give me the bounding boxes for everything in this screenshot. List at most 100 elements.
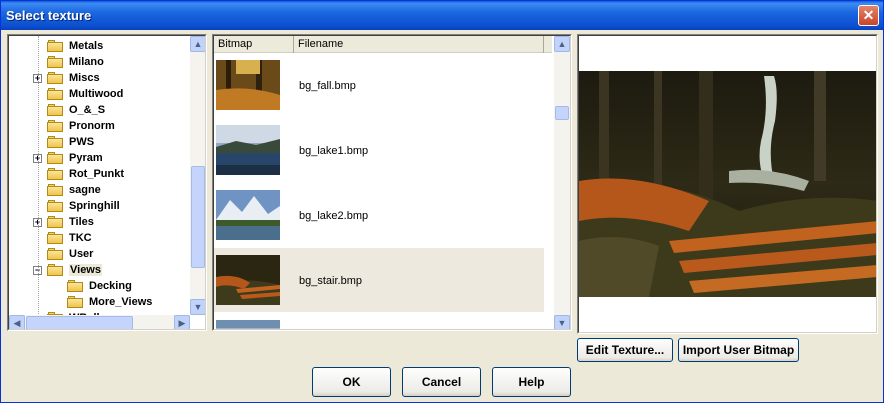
tree-item-label: Views bbox=[69, 264, 102, 276]
tree-item[interactable]: Pronorm bbox=[9, 118, 189, 134]
tree-item-label: Rot_Punkt bbox=[69, 168, 124, 180]
tree-item[interactable]: − Views bbox=[9, 262, 189, 278]
bitmap-thumbnail bbox=[216, 320, 280, 329]
folder-icon bbox=[47, 200, 63, 212]
list-item[interactable]: bg_fall.bmp bbox=[214, 53, 544, 117]
tree-item-label: Miscs bbox=[69, 72, 100, 84]
import-user-bitmap-button[interactable]: Import User Bitmap bbox=[678, 338, 799, 362]
folder-icon bbox=[47, 72, 63, 84]
select-texture-dialog: Select texture ✕ Metals Milano + Miscs Multi… bbox=[0, 0, 884, 403]
bitmap-thumbnail bbox=[216, 125, 280, 175]
list-item[interactable] bbox=[214, 313, 544, 329]
tree-scroll-left[interactable]: ◀ bbox=[9, 315, 25, 329]
texture-list[interactable]: Bitmap Filename bg_fall.bmp bg_lake1.bmp b… bbox=[212, 34, 572, 331]
folder-icon bbox=[47, 56, 63, 68]
tree-item[interactable]: PWS bbox=[9, 134, 189, 150]
tree-item[interactable]: More_Views bbox=[9, 294, 189, 310]
tree-item[interactable]: + Tiles bbox=[9, 214, 189, 230]
preview-image bbox=[579, 71, 876, 297]
tree-item[interactable]: + Pyram bbox=[9, 150, 189, 166]
tree-item[interactable]: O_&_S bbox=[9, 102, 189, 118]
folder-tree[interactable]: Metals Milano + Miscs Multiwood O_&_S Pronorm P… bbox=[7, 34, 207, 331]
tree-item[interactable]: Decking bbox=[9, 278, 189, 294]
folder-icon bbox=[47, 184, 63, 196]
tree-item[interactable]: User bbox=[9, 246, 189, 262]
bitmap-thumbnail bbox=[216, 190, 280, 240]
tree-item[interactable]: Rot_Punkt bbox=[9, 166, 189, 182]
chevron-up-icon: ▲ bbox=[193, 39, 203, 49]
cancel-button[interactable]: Cancel bbox=[402, 367, 481, 397]
list-rows: bg_fall.bmp bg_lake1.bmp bg_lake2.bmp bg_st… bbox=[214, 53, 554, 329]
filename-label: bg_fall.bmp bbox=[299, 80, 356, 92]
edit-texture-button[interactable]: Edit Texture... bbox=[577, 338, 673, 362]
tree-item-label: PWS bbox=[69, 136, 95, 148]
tree-vscrollbar[interactable]: ▲ ▼ bbox=[190, 36, 205, 315]
tree-scroll-down[interactable]: ▼ bbox=[190, 299, 205, 315]
folder-icon bbox=[47, 152, 63, 164]
column-header-bitmap[interactable]: Bitmap bbox=[214, 36, 294, 53]
list-scroll-up[interactable]: ▲ bbox=[554, 36, 570, 52]
list-scroll-down[interactable]: ▼ bbox=[554, 315, 570, 329]
tree-item[interactable]: sagne bbox=[9, 182, 189, 198]
chevron-up-icon: ▲ bbox=[557, 39, 567, 49]
list-vscroll-thumb[interactable] bbox=[555, 106, 569, 120]
list-vscrollbar[interactable]: ▲ ▼ bbox=[554, 36, 570, 329]
column-header-filename[interactable]: Filename bbox=[294, 36, 544, 53]
tree-item[interactable]: Metals bbox=[9, 38, 189, 54]
chevron-left-icon: ◀ bbox=[13, 318, 21, 328]
tree-item-label: Tiles bbox=[69, 216, 94, 228]
bitmap-thumbnail bbox=[216, 60, 280, 110]
tree-item-label: Springhill bbox=[69, 200, 120, 212]
folder-icon bbox=[67, 280, 83, 292]
tree-item[interactable]: Multiwood bbox=[9, 86, 189, 102]
list-frame: Bitmap Filename bg_fall.bmp bg_lake1.bmp b… bbox=[213, 35, 571, 330]
chevron-right-icon: ▶ bbox=[178, 318, 186, 328]
tree-hscrollbar[interactable]: ◀ ▶ bbox=[9, 315, 190, 329]
tree-item[interactable]: Milano bbox=[9, 54, 189, 70]
chevron-down-icon: ▼ bbox=[557, 318, 567, 328]
preview-frame bbox=[578, 35, 877, 333]
folder-icon bbox=[47, 40, 63, 52]
bitmap-thumbnail bbox=[216, 255, 280, 305]
close-button[interactable]: ✕ bbox=[858, 5, 879, 26]
tree-frame: Metals Milano + Miscs Multiwood O_&_S Pronorm P… bbox=[8, 35, 206, 330]
tree-item[interactable]: TKC bbox=[9, 230, 189, 246]
list-item[interactable]: bg_lake2.bmp bbox=[214, 183, 544, 247]
window-title: Select texture bbox=[6, 8, 92, 23]
tree-hscroll-thumb[interactable] bbox=[26, 316, 133, 329]
folder-icon bbox=[47, 264, 63, 276]
tree-item[interactable]: + Miscs bbox=[9, 70, 189, 86]
list-item[interactable]: bg_lake1.bmp bbox=[214, 118, 544, 182]
tree-item-label: User bbox=[69, 248, 94, 260]
tree-item-label: More_Views bbox=[89, 296, 153, 308]
folder-icon bbox=[47, 136, 63, 148]
tree-item-label: Milano bbox=[69, 56, 104, 68]
tree-item-label: Pyram bbox=[69, 152, 103, 164]
tree-guide-line bbox=[38, 36, 39, 316]
tree-item-label: sagne bbox=[69, 184, 101, 196]
folder-icon bbox=[47, 88, 63, 100]
tree-item[interactable]: Springhill bbox=[9, 198, 189, 214]
list-item[interactable]: bg_stair.bmp bbox=[214, 248, 544, 312]
folder-icon bbox=[47, 168, 63, 180]
filename-label: bg_stair.bmp bbox=[299, 275, 362, 287]
chevron-down-icon: ▼ bbox=[193, 302, 203, 312]
tree-vscroll-thumb[interactable] bbox=[191, 166, 205, 268]
tree-item-label: Metals bbox=[69, 40, 104, 52]
folder-icon bbox=[47, 216, 63, 228]
tree-item-label: O_&_S bbox=[69, 104, 106, 116]
tree-item-label: Multiwood bbox=[69, 88, 124, 100]
folder-icon bbox=[47, 120, 63, 132]
tree-scroll-up[interactable]: ▲ bbox=[190, 36, 205, 52]
tree-scroll-right[interactable]: ▶ bbox=[174, 315, 190, 329]
folder-icon bbox=[47, 104, 63, 116]
folder-icon bbox=[67, 296, 83, 308]
tree-item-label: Pronorm bbox=[69, 120, 115, 132]
help-button[interactable]: Help bbox=[492, 367, 571, 397]
folder-icon bbox=[47, 248, 63, 260]
close-icon: ✕ bbox=[862, 7, 875, 23]
filename-label: bg_lake1.bmp bbox=[299, 145, 369, 157]
title-bar[interactable]: Select texture ✕ bbox=[1, 1, 883, 30]
tree-item-label: Decking bbox=[89, 280, 132, 292]
ok-button[interactable]: OK bbox=[312, 367, 391, 397]
